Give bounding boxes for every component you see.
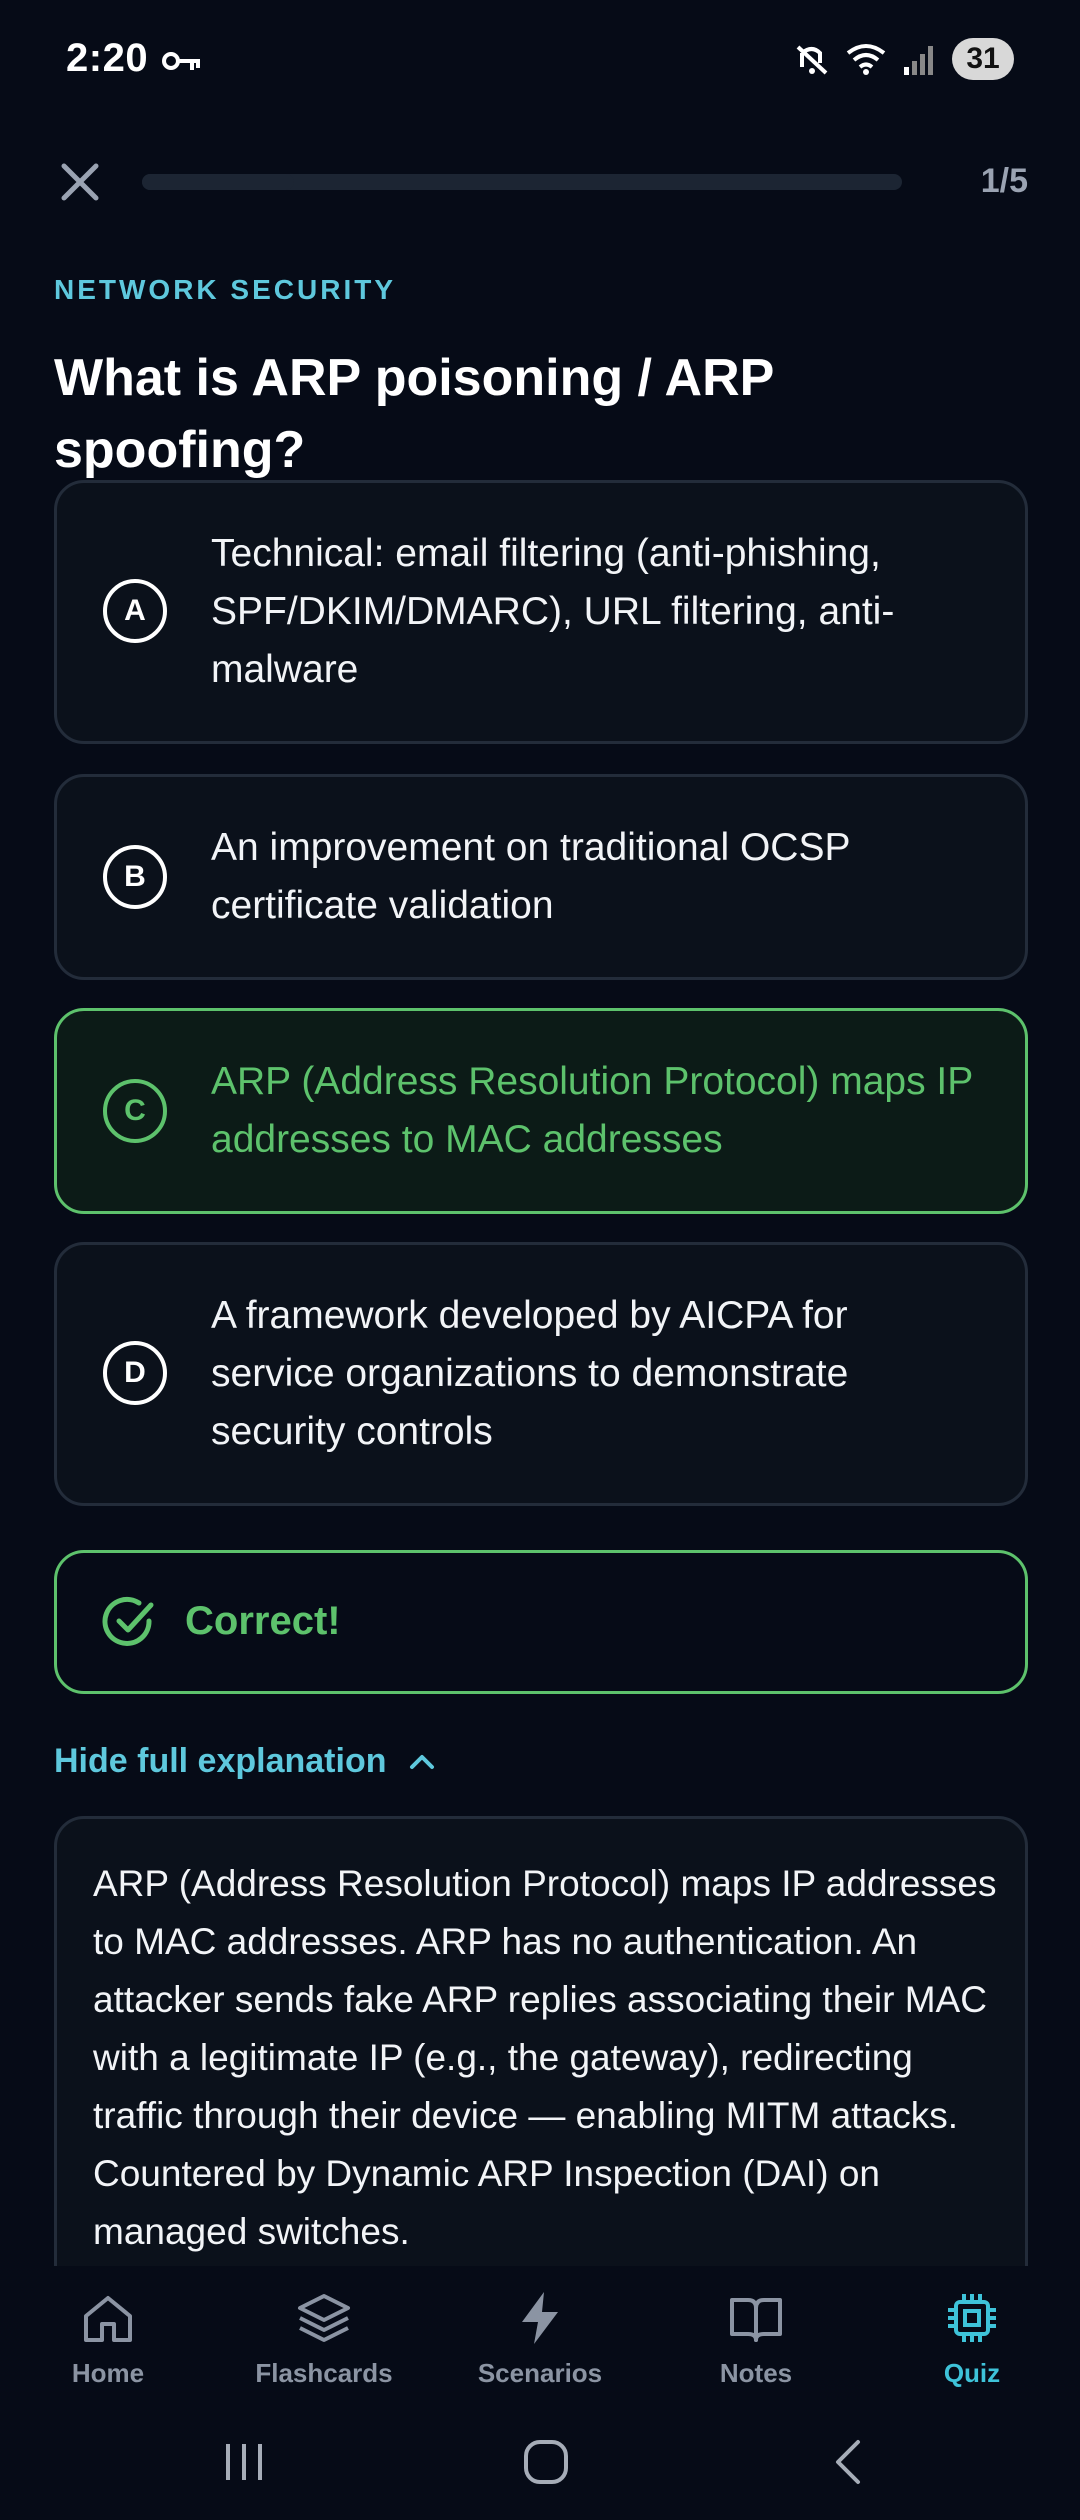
- home-button-icon[interactable]: [518, 2434, 574, 2490]
- back-icon[interactable]: [826, 2434, 870, 2490]
- system-navigation-bar: [0, 2404, 1080, 2520]
- question-category: NETWORK SECURITY: [54, 274, 396, 305]
- bottom-navigation: Home Flashcards Scenarios Notes Quiz: [0, 2266, 1080, 2404]
- option-letter-badge: D: [103, 1341, 167, 1405]
- answer-result-banner: Correct!: [54, 1550, 1028, 1694]
- explanation-toggle[interactable]: Hide full explanation: [54, 1742, 436, 1781]
- option-text: Technical: email filtering (anti-phishin…: [211, 532, 895, 691]
- answer-option-c[interactable]: C ARP (Address Resolution Protocol) maps…: [54, 1008, 1028, 1214]
- nav-item-home[interactable]: Home: [0, 2266, 216, 2404]
- lightning-icon: [522, 2292, 558, 2344]
- answer-option-d[interactable]: D A framework developed by AICPA for ser…: [54, 1242, 1028, 1506]
- recent-apps-icon[interactable]: [222, 2434, 266, 2490]
- nav-item-flashcards[interactable]: Flashcards: [216, 2266, 432, 2404]
- option-text: A framework developed by AICPA for servi…: [211, 1294, 849, 1453]
- check-circle-icon: [102, 1596, 154, 1646]
- option-letter-badge: C: [103, 1079, 167, 1143]
- mute-icon: [796, 45, 828, 75]
- status-time: 2:20: [66, 36, 149, 80]
- home-icon: [84, 2296, 132, 2342]
- status-icons: 31: [794, 38, 1014, 80]
- status-bar: 2:20 31: [0, 0, 1080, 120]
- explanation-card: ARP (Address Resolution Protocol) maps I…: [54, 1816, 1028, 2336]
- answer-option-a[interactable]: A Technical: email filtering (anti-phish…: [54, 480, 1028, 744]
- result-label: Correct!: [185, 1599, 341, 1643]
- quiz-progress-fill: [142, 174, 294, 190]
- wifi-icon: [846, 44, 886, 75]
- nav-item-quiz[interactable]: Quiz: [864, 2266, 1080, 2404]
- option-text: An improvement on traditional OCSP certi…: [211, 826, 850, 927]
- option-text: ARP (Address Resolution Protocol) maps I…: [211, 1060, 973, 1161]
- explanation-text: ARP (Address Resolution Protocol) maps I…: [93, 1863, 997, 2252]
- explanation-toggle-label: Hide full explanation: [54, 1742, 387, 1780]
- cpu-chip-icon: [948, 2294, 996, 2342]
- answer-option-b[interactable]: B An improvement on traditional OCSP cer…: [54, 774, 1028, 980]
- layers-icon: [298, 2294, 350, 2342]
- nav-label: Flashcards: [255, 2358, 393, 2388]
- nav-label: Scenarios: [477, 2358, 603, 2388]
- battery-indicator: 31: [952, 38, 1014, 80]
- option-letter-badge: A: [103, 579, 167, 643]
- question-title: What is ARP poisoning / ARP spoofing?: [54, 349, 774, 479]
- nav-item-scenarios[interactable]: Scenarios: [432, 2266, 648, 2404]
- signal-icon: [904, 46, 933, 75]
- book-icon: [730, 2298, 782, 2342]
- quiz-progress-count: 1/5: [980, 162, 1028, 200]
- chevron-up-icon: [410, 1754, 435, 1769]
- vpn-key-icon: [162, 52, 200, 70]
- close-icon[interactable]: [54, 156, 106, 208]
- option-letter-badge: B: [103, 845, 167, 909]
- nav-item-notes[interactable]: Notes: [648, 2266, 864, 2404]
- nav-label: Notes: [719, 2358, 793, 2388]
- nav-label: Home: [71, 2358, 145, 2388]
- quiz-progress-bar: [142, 174, 902, 190]
- nav-label: Quiz: [943, 2358, 1001, 2388]
